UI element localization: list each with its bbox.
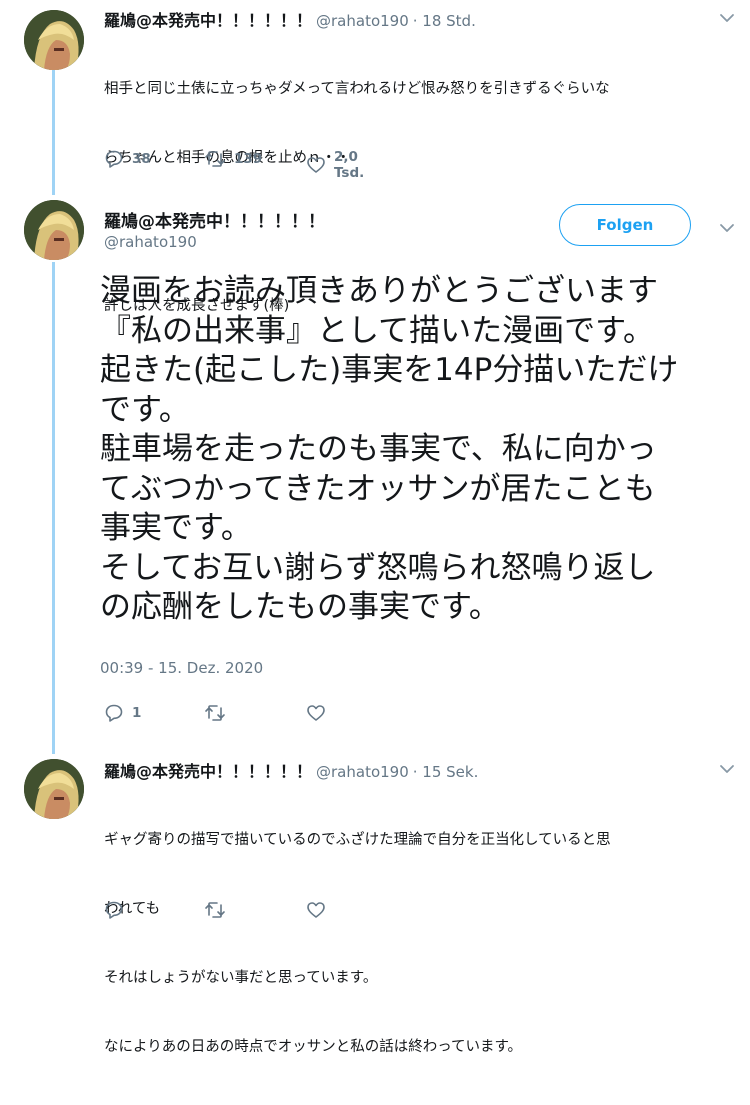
reply-icon <box>104 703 124 723</box>
reply-count: 38 <box>132 151 151 167</box>
chevron-down-icon[interactable] <box>719 223 735 233</box>
like-button[interactable]: 2,0 Tsd. <box>306 149 364 181</box>
reply-button[interactable]: 1 <box>104 703 141 723</box>
tweet-text-line: 相手と同じ土俵に立っちゃダメって言われるけど恨み怒りを引きずるぐらいな <box>104 81 610 97</box>
retweet-icon <box>204 703 226 723</box>
handle[interactable]: @rahato190 <box>316 763 409 781</box>
tweet-text-line: 『私の出来事』として描いた漫画です。 <box>100 312 654 349</box>
thread-connector-line <box>52 70 55 195</box>
tweet-text-line: なによりあの日あの時点でオッサンと私の話は終わっています。 <box>104 1039 523 1055</box>
display-name[interactable]: 羅鳩@本発売中！！！！！！ <box>104 11 312 30</box>
retweet-button[interactable]: 139 <box>204 149 262 169</box>
tweet-header: 羅鳩@本発売中！！！！！！ @rahato190 · 15 Sek. <box>104 758 478 782</box>
tweet-text-line: 事実です。 <box>100 510 252 546</box>
tweet-header: 羅鳩@本発売中！！！！！！ @rahato190 · 18 Std. <box>104 7 476 31</box>
tweet-text-line: 漫画をお読み頂きありがとうございます <box>100 273 658 309</box>
reply-button[interactable]: 38 <box>104 149 151 169</box>
retweet-button[interactable] <box>204 900 226 920</box>
tweet-text-line: そしてお互い謝らず怒鳴られ怒鳴り返し <box>100 549 656 586</box>
avatar[interactable] <box>24 10 84 70</box>
heart-icon <box>306 155 326 175</box>
avatar[interactable] <box>24 200 84 260</box>
retweet-icon <box>204 149 226 169</box>
chevron-down-icon[interactable] <box>719 13 735 23</box>
reply-icon <box>104 900 124 920</box>
tweet-timestamp[interactable]: 00:39 - 15. Dez. 2020 <box>100 659 263 677</box>
tweet-text-line: の応酬をしたもの事実です。 <box>100 589 500 625</box>
tweet-text-line: 起きた(起こした)事実を14P分描いただけ <box>100 352 679 388</box>
retweet-icon <box>204 900 226 920</box>
reply-count: 1 <box>132 705 142 721</box>
chevron-down-icon[interactable] <box>719 764 735 774</box>
retweet-button[interactable] <box>204 703 226 723</box>
display-name[interactable]: 羅鳩@本発売中！！！！！！ <box>104 762 312 781</box>
tweet-time[interactable]: · 15 Sek. <box>413 763 479 781</box>
handle[interactable]: @rahato190 <box>316 12 409 30</box>
tweet-text-line: 駐車場を走ったのも事実で、私に向かっ <box>100 431 657 467</box>
like-button[interactable] <box>306 703 326 723</box>
like-count: 2,0 Tsd. <box>334 149 365 181</box>
heart-icon <box>306 900 326 920</box>
reply-button[interactable] <box>104 900 124 920</box>
tweet-time[interactable]: · 18 Std. <box>413 12 476 30</box>
tweet-text: ギャグ寄りの描写で描いているのでふざけた理論で自分を正当化していると思 われても… <box>104 783 611 1105</box>
like-button[interactable] <box>306 900 326 920</box>
heart-icon <box>306 703 326 723</box>
display-name[interactable]: 羅鳩@本発売中！！！！！！ <box>104 207 325 232</box>
follow-button[interactable]: Folgen <box>559 204 691 246</box>
thread-connector-line <box>52 262 55 754</box>
tweet-text: 漫画をお読み頂きありがとうございます 『私の出来事』として描いた漫画です。 起き… <box>100 272 740 628</box>
tweet-text-line: てぶつかってきたオッサンが居たことも <box>100 470 656 507</box>
tweet-text-line: ギャグ寄りの描写で描いているのでふざけた理論で自分を正当化していると思 <box>104 832 611 848</box>
tweet-text-line: それはしょうがない事だと思っています。 <box>104 970 378 986</box>
avatar[interactable] <box>24 759 84 819</box>
tweet-text-line: です。 <box>100 391 190 428</box>
reply-icon <box>104 149 124 169</box>
handle[interactable]: @rahato190 <box>104 233 197 251</box>
retweet-count: 139 <box>234 151 263 167</box>
tweet-text-line: われても <box>104 901 161 917</box>
